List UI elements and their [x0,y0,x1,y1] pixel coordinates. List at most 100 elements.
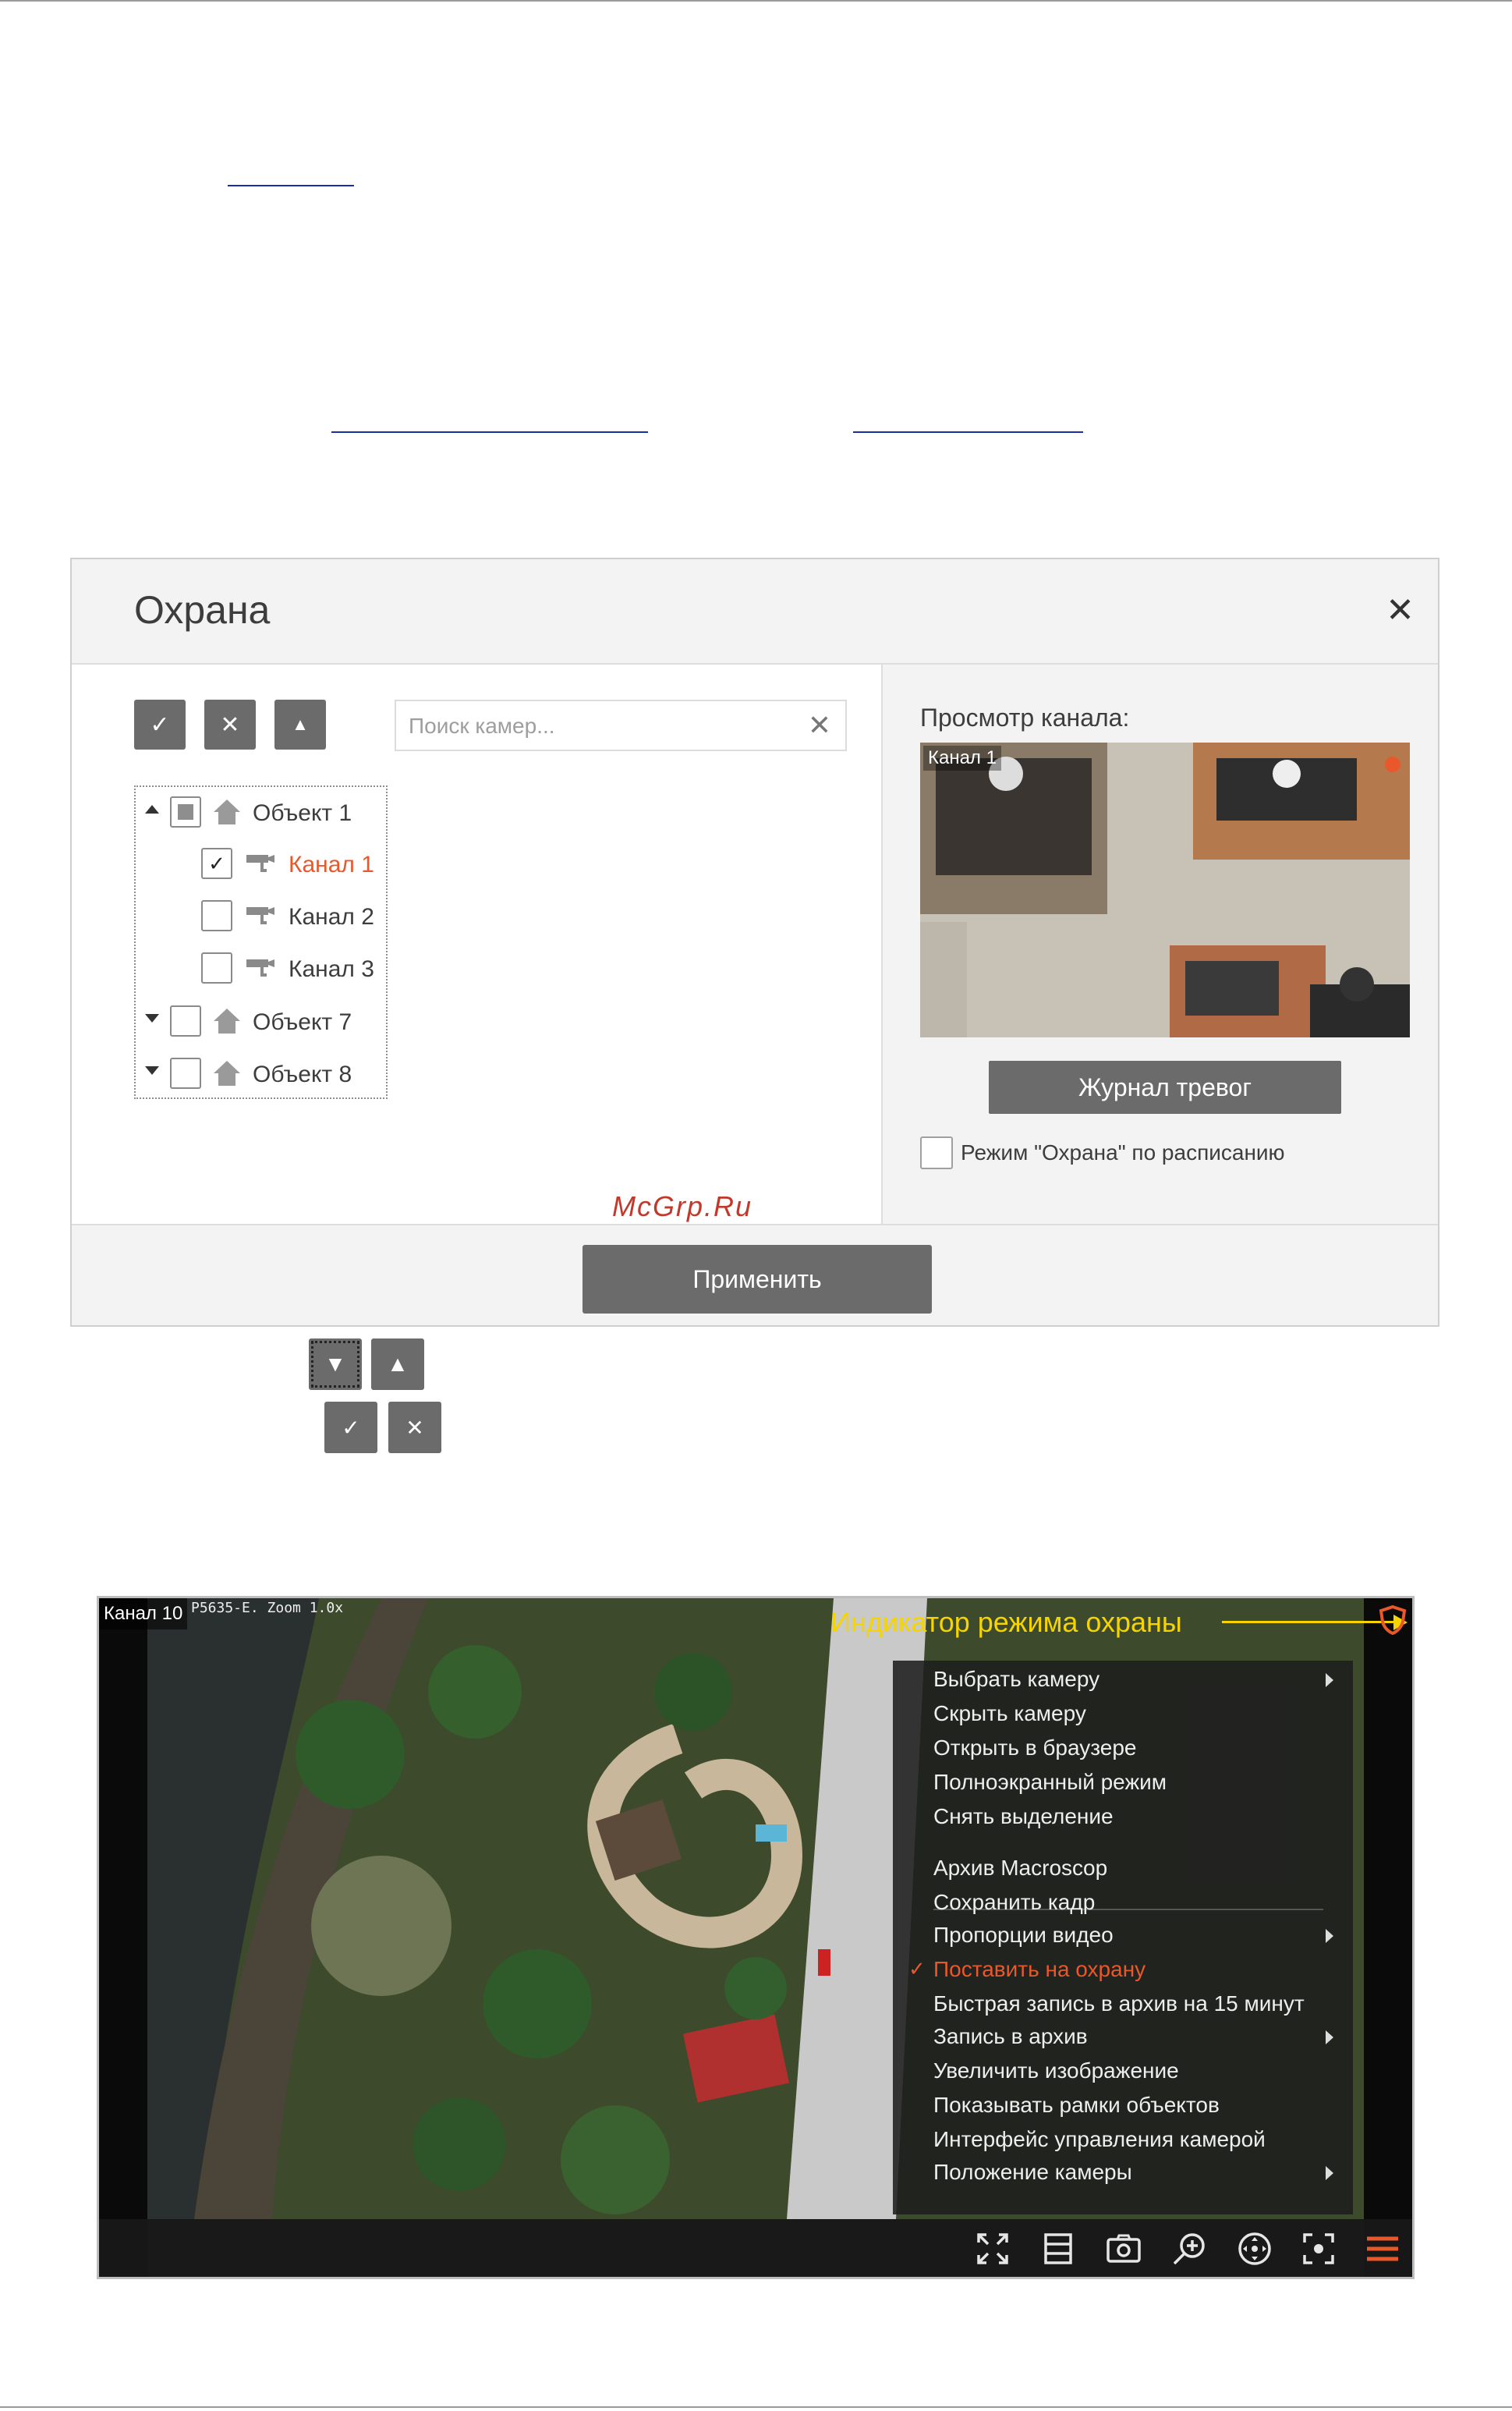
menu-item-label: Увеличить изображение [933,2058,1179,2083]
guard-indicator-caption: Индикатор режима охраны [830,1606,1182,1638]
indicator-arrow-line [1222,1621,1393,1623]
channel-2-checkbox[interactable] [201,900,232,931]
alarm-log-button[interactable]: Журнал тревог [989,1061,1341,1114]
camera-icon [246,855,274,872]
channel-3-checkbox[interactable] [201,952,232,984]
page-top-rule [0,0,1512,2]
clear-search-icon[interactable]: ✕ [808,709,831,742]
menu-item-select-camera[interactable]: Выбрать камеру [933,1667,1099,1698]
fullscreen-icon[interactable] [974,2230,1011,2267]
menu-item-hide-camera[interactable]: Скрыть камеру [933,1701,1086,1732]
channel-1-checkbox[interactable]: ✓ [201,848,232,879]
schedule-label: Режим "Охрана" по расписанию [961,1140,1285,1165]
menu-item-open-browser[interactable]: Открыть в браузере [933,1736,1137,1767]
uncheck-all-button[interactable]: ✕ [204,700,256,750]
ptz-icon[interactable] [1236,2230,1273,2267]
check-all-button[interactable]: ✓ [134,700,186,750]
object-8-checkbox[interactable] [170,1058,201,1089]
recording-indicator-icon [1385,757,1400,772]
menu-item-video-aspect[interactable]: Пропорции видео [933,1923,1114,1954]
apply-button[interactable]: Применить [582,1245,932,1314]
checkmark-icon: ✓ [908,1957,926,1980]
link-underline-3[interactable] [853,431,1083,433]
tree-label: Канал 3 [289,956,374,982]
tree-row-object-7[interactable]: Объект 7 [136,1002,386,1045]
camera-channel-tag: Канал 10 [99,1598,188,1629]
tree-row-channel-1[interactable]: ✓ Канал 1 [136,844,386,888]
object-7-checkbox[interactable] [170,1005,201,1037]
layout-icon[interactable] [1039,2230,1077,2267]
guard-dialog: Охрана ✕ ✓ ✕ ▲ ✕ Объект 1 ✓ Канал 1 [70,558,1439,1327]
office-camera-image [920,743,1410,1037]
menu-item-zoom-image[interactable]: Увеличить изображение [933,2058,1179,2090]
menu-item-label: Снять выделение [933,1804,1114,1828]
menu-item-label: Быстрая запись в архив на 15 минут [933,1991,1305,2016]
menu-item-label: Скрыть камеру [933,1701,1086,1725]
tree-row-object-8[interactable]: Объект 8 [136,1054,386,1097]
link-underline-1[interactable] [228,185,354,186]
submenu-arrow-icon [1326,1929,1333,1943]
menu-item-label: Запись в архив [933,2024,1088,2048]
object-1-checkbox[interactable] [170,796,201,828]
menu-item-object-frames[interactable]: Показывать рамки объектов [933,2093,1220,2124]
schedule-checkbox[interactable] [920,1136,953,1169]
menu-item-deselect[interactable]: Снять выделение [933,1804,1114,1835]
tree-row-channel-3[interactable]: Канал 3 [136,948,386,992]
check-button-sample: ✓ [324,1402,377,1453]
letterbox-right [1364,1598,1412,2277]
tree-row-object-1[interactable]: Объект 1 [136,792,386,836]
home-icon [214,800,240,824]
menu-item-label: Показывать рамки объектов [933,2093,1220,2117]
dialog-title: Охрана [134,588,271,632]
tree-row-channel-2[interactable]: Канал 2 [136,896,386,940]
link-underline-2[interactable] [331,431,648,433]
menu-item-record-archive[interactable]: Запись в архив [933,2024,1088,2055]
submenu-arrow-icon [1326,2166,1333,2180]
snapshot-icon[interactable] [1105,2230,1142,2267]
submenu-arrow-icon [1326,1673,1333,1687]
tree-label: Объект 7 [253,1009,352,1035]
preview-label: Просмотр канала: [920,704,1130,732]
menu-item-label: Архив Macroscop [933,1856,1108,1880]
menu-item-save-frame[interactable]: Сохранить кадр [933,1890,1095,1921]
home-icon [214,1009,240,1034]
camera-view[interactable]: Канал 10 P5635-E. Zoom 1.0x Индикатор ре… [97,1596,1415,2279]
menu-item-quick-record[interactable]: Быстрая запись в архив на 15 минут [933,1991,1305,2023]
preview-panel: Просмотр канала: Канал 1 Журнал тревог Р… [883,665,1438,1224]
letterbox-left [99,1598,147,2277]
dialog-header: Охрана ✕ [72,559,1438,665]
menu-item-label: Пропорции видео [933,1923,1114,1947]
expand-button-sample: ▼ [309,1338,362,1390]
guard-mode-shield-icon [1379,1604,1407,1636]
collapse-all-button[interactable]: ▲ [274,700,326,750]
preview-channel-tag: Канал 1 [923,746,1001,771]
menu-item-fullscreen[interactable]: Полноэкранный режим [933,1770,1167,1801]
menu-item-archive[interactable]: Архив Macroscop [933,1856,1107,1887]
close-icon[interactable]: ✕ [1386,590,1415,630]
camera-tree: Объект 1 ✓ Канал 1 Канал 2 Канал 3 Объек… [134,785,388,1099]
tree-label: Канал 2 [289,904,374,930]
menu-icon[interactable] [1364,2230,1401,2267]
uncheck-button-sample: ✕ [388,1402,441,1453]
page-bottom-rule [0,2406,1512,2408]
tree-label: Объект 1 [253,800,352,826]
camera-search: ✕ [395,700,847,751]
zoom-in-icon[interactable] [1170,2230,1208,2267]
collapse-button-sample: ▲ [371,1338,424,1390]
menu-item-label: Открыть в браузере [933,1736,1137,1760]
tree-label-active: Канал 1 [289,852,374,878]
menu-item-label: Положение камеры [933,2160,1132,2184]
dialog-footer: Применить [72,1224,1438,1325]
search-input[interactable] [407,701,784,751]
camera-icon [246,907,274,924]
focus-icon[interactable] [1300,2230,1337,2267]
camera-toolbar [99,2219,1412,2277]
menu-item-camera-position[interactable]: Положение камеры [933,2160,1132,2191]
menu-item-camera-control[interactable]: Интерфейс управления камерой [933,2127,1266,2158]
expand-arrow-icon[interactable] [145,1066,159,1075]
collapse-arrow-icon[interactable] [145,805,159,814]
menu-item-arm-guard[interactable]: ✓ Поставить на охрану [908,1957,1146,1988]
camera-icon [246,959,274,977]
context-menu: Выбрать камеру Скрыть камеру Открыть в б… [893,1661,1353,2214]
expand-arrow-icon[interactable] [145,1014,159,1023]
